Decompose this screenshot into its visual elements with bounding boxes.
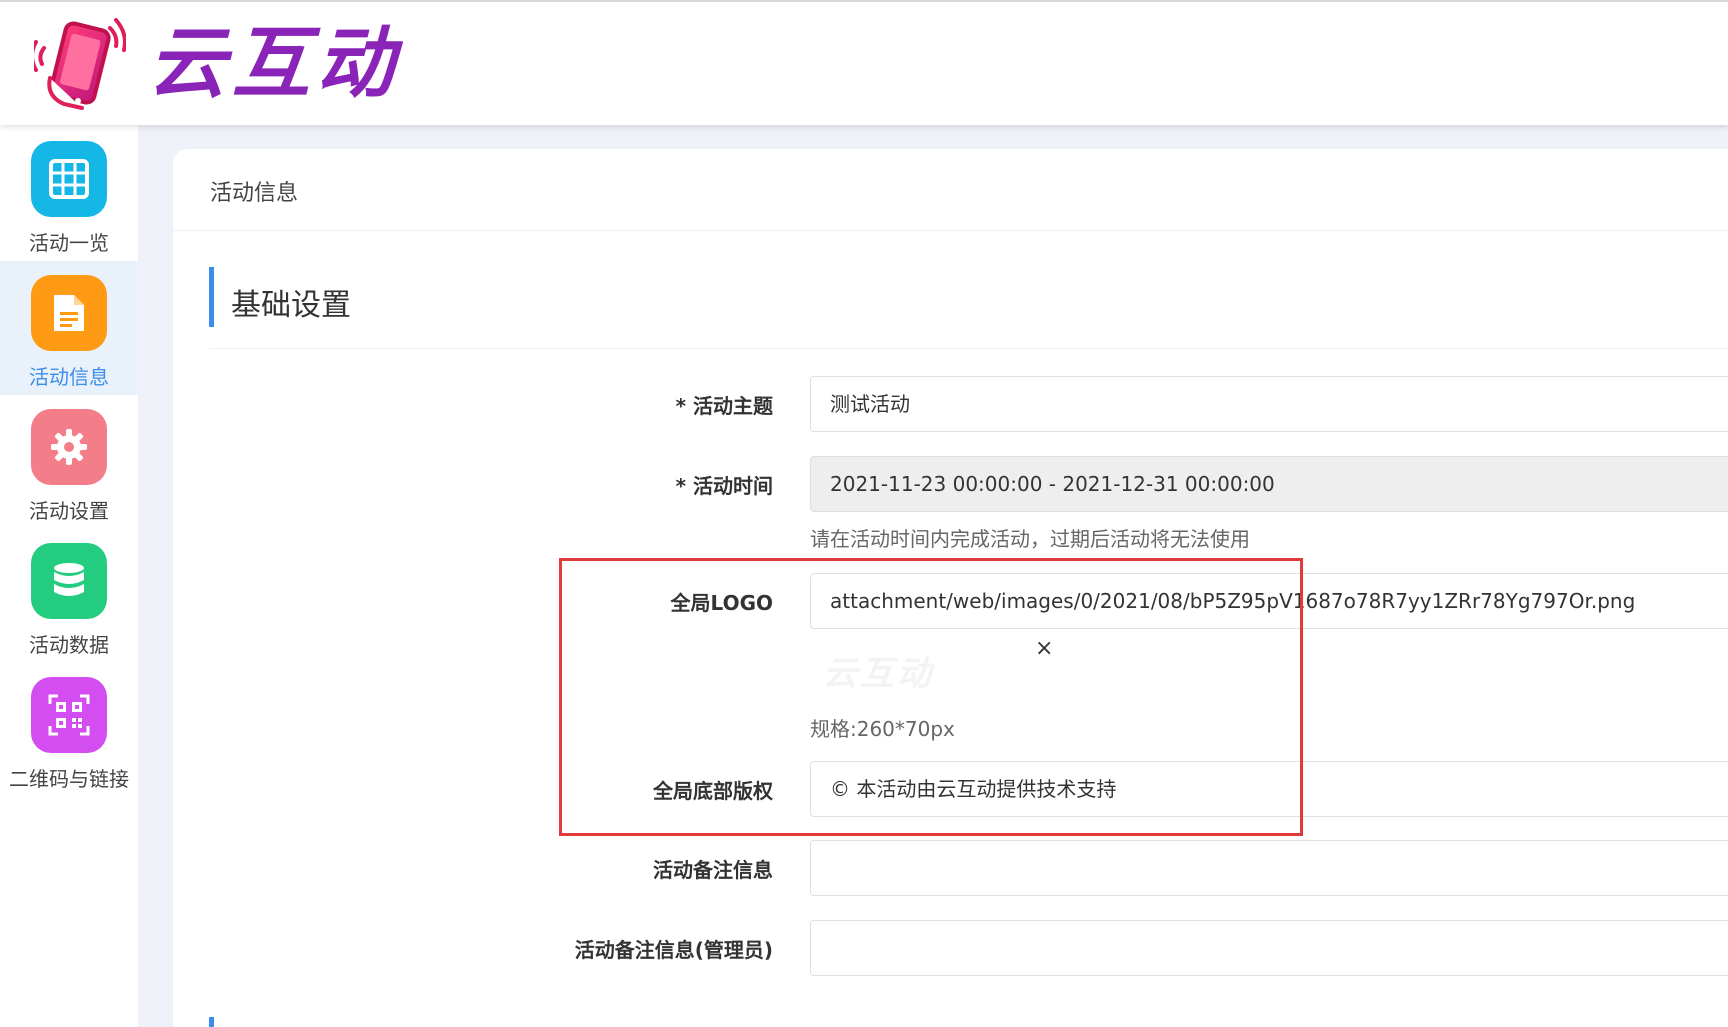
activity-time-label: * 活动时间 — [675, 474, 773, 498]
gear-icon — [31, 409, 107, 485]
activity-time-hint: 请在活动时间内完成活动，过期后活动将无法使用 — [810, 527, 1250, 551]
logo-spec-hint: 规格:260*70px — [810, 717, 955, 741]
remark-input[interactable] — [810, 840, 1728, 896]
app-logo[interactable]: 云互动 — [34, 18, 400, 110]
brand-name: 云互动 — [148, 19, 401, 109]
sidebar-item-label: 二维码与链接 — [9, 767, 129, 791]
section-basic-settings: 基础设置 — [209, 267, 1728, 349]
sidebar-item-label: 活动信息 — [29, 365, 109, 389]
copyright-input[interactable]: © 本活动由云互动提供技术支持 — [810, 761, 1728, 817]
sidebar-item-label: 活动数据 — [29, 633, 109, 657]
sidebar-item-activity-list[interactable]: 活动一览 — [0, 127, 138, 261]
remark-admin-input[interactable] — [810, 920, 1728, 976]
qrcode-icon — [31, 677, 107, 753]
close-icon[interactable]: × — [1035, 636, 1053, 661]
sidebar-item-activity-info[interactable]: 活动信息 — [0, 261, 138, 395]
activity-subject-input[interactable]: 测试活动 — [810, 376, 1728, 432]
top-bar: 云互动 — [0, 0, 1728, 125]
section-title: 基础设置 — [231, 288, 351, 323]
remark-admin-label: 活动备注信息(管理员) — [574, 938, 773, 962]
section-accent-bar — [209, 267, 214, 327]
sidebar: 活动一览 活动信息 活动设置 活动数据 二维码与链接 — [0, 125, 138, 1027]
card-header: 活动信息 — [173, 149, 1728, 231]
remark-label: 活动备注信息 — [653, 858, 773, 882]
grid-icon — [31, 141, 107, 217]
next-section-accent-bar — [209, 1017, 214, 1027]
sidebar-item-activity-settings[interactable]: 活动设置 — [0, 395, 138, 529]
content-card: 活动信息 基础设置 * 活动主题 测试活动 * 活动时间 2021-11-23 … — [173, 149, 1728, 1027]
copyright-label: 全局底部版权 — [653, 779, 773, 803]
activity-subject-label: * 活动主题 — [675, 394, 773, 418]
sidebar-item-qrcode-links[interactable]: 二维码与链接 — [0, 663, 138, 797]
phone-logo-icon — [34, 18, 126, 110]
activity-time-input[interactable]: 2021-11-23 00:00:00 - 2021-12-31 00:00:0… — [810, 456, 1728, 512]
global-logo-input[interactable]: attachment/web/images/0/2021/08/bP5Z95pV… — [810, 573, 1728, 629]
database-icon — [31, 543, 107, 619]
sidebar-item-label: 活动设置 — [29, 499, 109, 523]
sidebar-item-activity-data[interactable]: 活动数据 — [0, 529, 138, 663]
page-title: 活动信息 — [210, 181, 299, 206]
logo-preview: 云互动 — [823, 654, 934, 694]
sidebar-item-label: 活动一览 — [29, 231, 109, 255]
global-logo-label: 全局LOGO — [670, 591, 773, 615]
document-icon — [31, 275, 107, 351]
